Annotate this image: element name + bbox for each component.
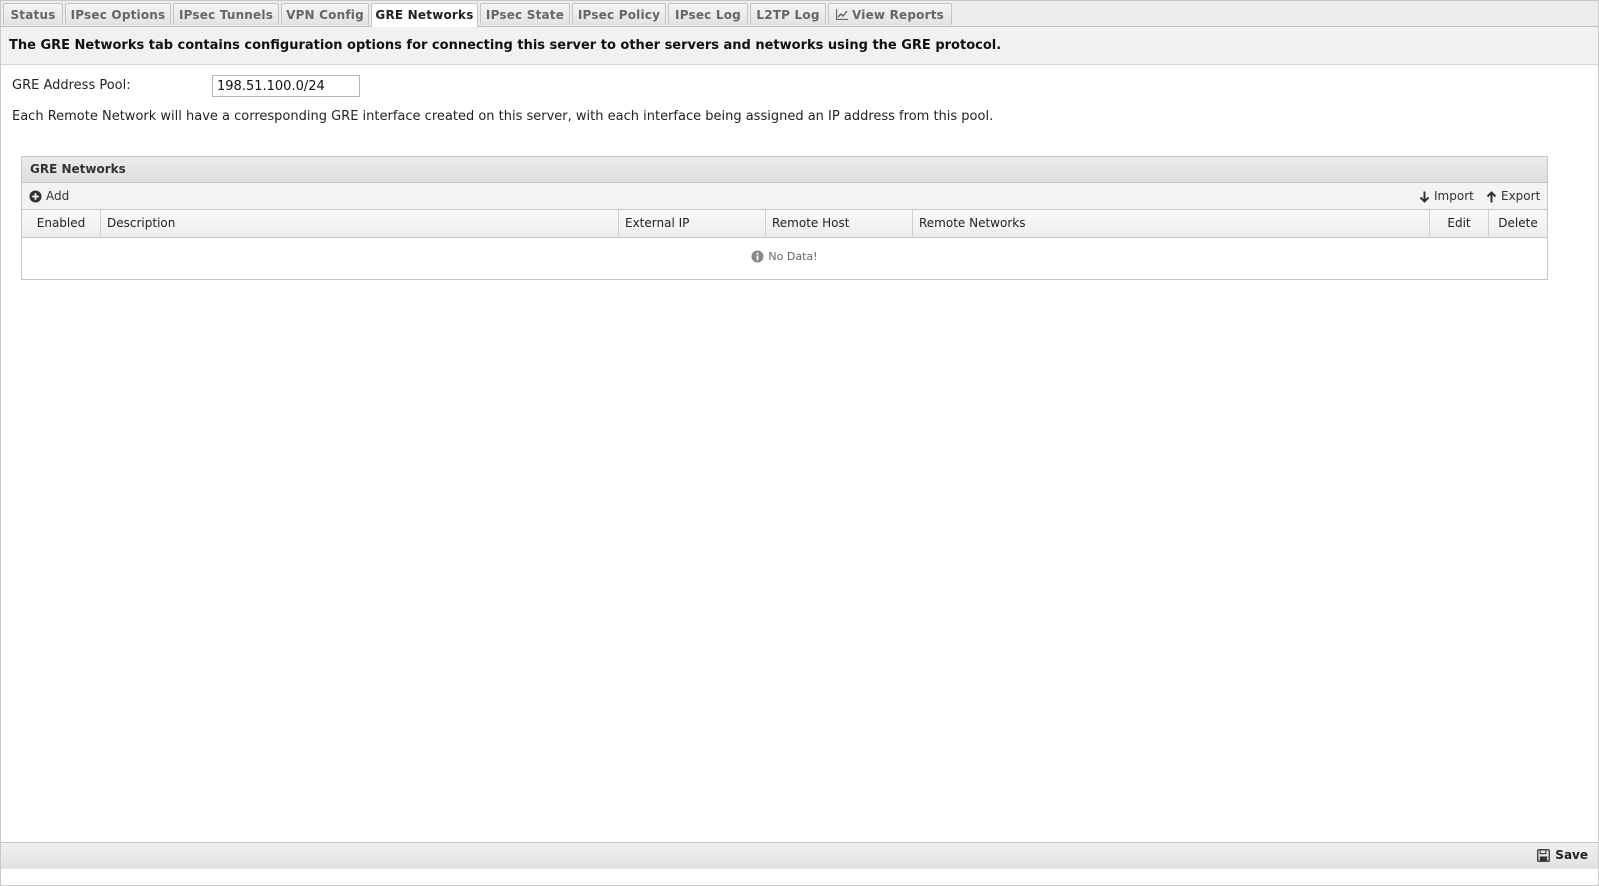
tab-ipsec-state[interactable]: IPsec State <box>480 3 570 25</box>
gre-address-pool-label: GRE Address Pool: <box>12 78 131 93</box>
add-button-label: Add <box>46 189 70 203</box>
grid-header: GRE Networks <box>22 157 1547 183</box>
column-header-enabled[interactable]: Enabled <box>22 210 101 237</box>
tab-ipsec-policy[interactable]: IPsec Policy <box>572 3 666 25</box>
tab-view-reports-label: View Reports <box>851 8 944 22</box>
tab-status[interactable]: Status <box>3 3 63 25</box>
tab-description-text: The GRE Networks tab contains configurat… <box>9 38 1002 53</box>
grid-column-headers: Enabled Description External IP Remote H… <box>22 210 1547 238</box>
tab-ipsec-log[interactable]: IPsec Log <box>668 3 748 25</box>
info-circle-icon <box>751 250 764 263</box>
floppy-disk-icon <box>1537 849 1551 862</box>
column-header-edit[interactable]: Edit <box>1430 210 1489 237</box>
grid-toolbar: Add Import Export <box>22 183 1547 210</box>
grid-empty-text: No Data! <box>768 250 818 263</box>
tab-ipsec-tunnels[interactable]: IPsec Tunnels <box>173 3 279 25</box>
footer-bar: Save <box>1 842 1598 869</box>
grid-title: GRE Networks <box>30 162 126 176</box>
column-header-description[interactable]: Description <box>101 210 619 237</box>
tab-vpn-config[interactable]: VPN Config <box>281 3 369 25</box>
tab-l2tp-log[interactable]: L2TP Log <box>750 3 826 25</box>
tab-description: The GRE Networks tab contains configurat… <box>1 27 1598 65</box>
export-button[interactable]: Export <box>1486 188 1540 204</box>
gre-address-pool-input[interactable] <box>212 75 360 97</box>
save-button-label: Save <box>1555 848 1588 862</box>
line-chart-icon <box>835 9 848 20</box>
export-button-label: Export <box>1501 189 1541 203</box>
add-button[interactable]: Add <box>29 188 69 204</box>
import-button[interactable]: Import <box>1419 188 1474 204</box>
import-button-label: Import <box>1434 189 1474 203</box>
column-header-remote-networks[interactable]: Remote Networks <box>913 210 1430 237</box>
tab-ipsec-options[interactable]: IPsec Options <box>65 3 171 25</box>
save-button[interactable]: Save <box>1537 848 1588 862</box>
column-header-delete[interactable]: Delete <box>1489 210 1547 237</box>
column-header-remote-host[interactable]: Remote Host <box>766 210 913 237</box>
tab-view-reports[interactable]: View Reports <box>828 3 952 25</box>
app-frame: Status IPsec Options IPsec Tunnels VPN C… <box>0 0 1599 886</box>
address-pool-help-text: Each Remote Network will have a correspo… <box>12 109 994 124</box>
tab-gre-networks[interactable]: GRE Networks <box>371 3 478 27</box>
arrow-up-icon <box>1486 191 1497 203</box>
grid-empty-message: No Data! <box>22 250 1547 263</box>
tab-bar: Status IPsec Options IPsec Tunnels VPN C… <box>1 1 1598 27</box>
arrow-down-icon <box>1419 191 1430 203</box>
column-header-external-ip[interactable]: External IP <box>619 210 766 237</box>
gre-networks-grid: GRE Networks Add Import Export Enabled D… <box>21 156 1548 280</box>
plus-circle-icon <box>29 190 42 203</box>
